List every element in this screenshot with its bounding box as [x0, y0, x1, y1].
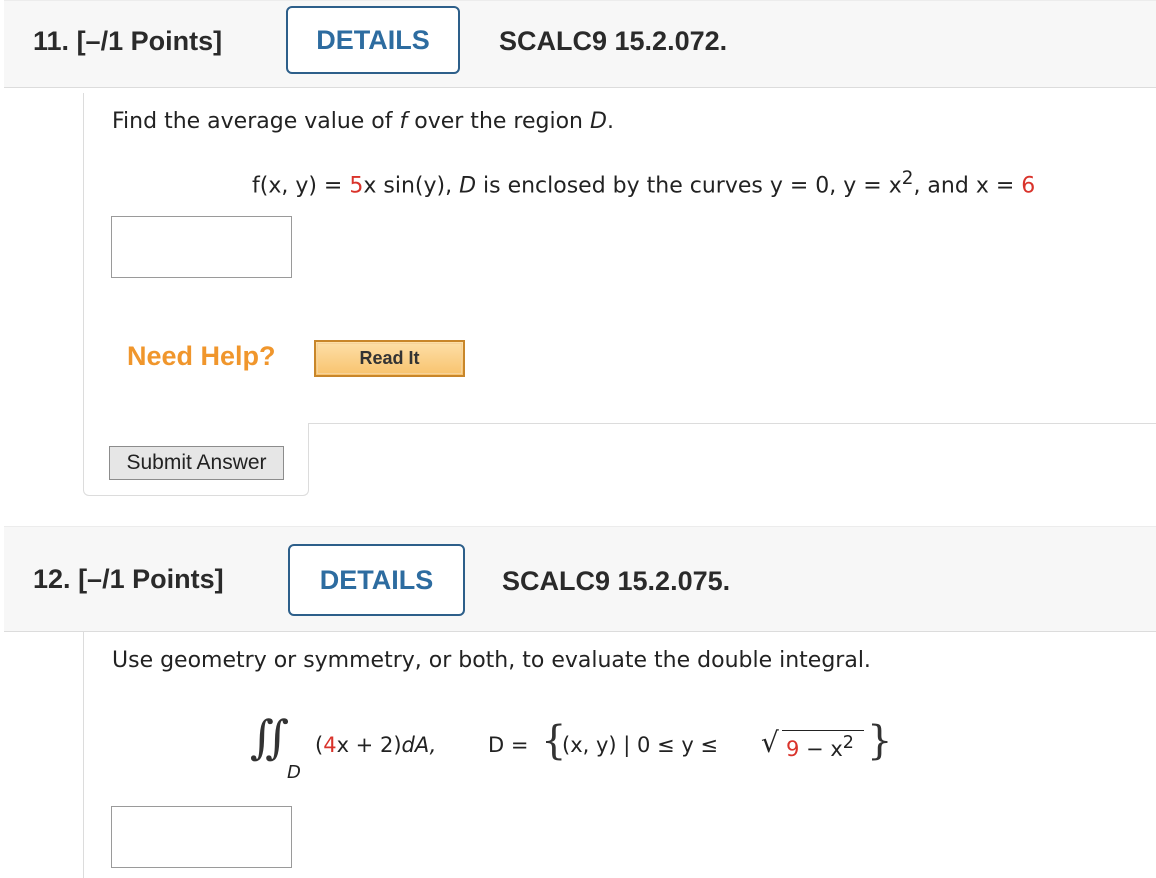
q12-integral-sub: D [287, 762, 301, 783]
q12-coef: 4 [323, 733, 337, 757]
q12-points: [–/1 Points] [78, 564, 224, 594]
q11-prompt-text2: over the region [407, 109, 590, 134]
q11-prompt-text: Find the average value of [112, 109, 400, 134]
q11-D: D [459, 173, 477, 199]
double-integral-icon: ∬ [250, 710, 290, 764]
q12-radicand-num: 9 [786, 737, 800, 761]
q11-read-it-button[interactable]: Read It [314, 340, 465, 377]
q11-prompt-period: . [606, 109, 614, 134]
q12-code: SCALC9 15.2.075. [502, 566, 731, 596]
q12-prompt: Use geometry or symmetry, or both, to ev… [112, 648, 871, 673]
q11-details-button[interactable]: DETAILS [286, 6, 460, 74]
q12-number: 12. [33, 564, 71, 594]
q11-answer-input[interactable] [111, 216, 292, 278]
q12-radicand: 9 − x2 [786, 733, 854, 761]
q11-need-help: Need Help? [127, 341, 276, 371]
q11-number: 11. [33, 26, 70, 56]
q12-D-eq: D = [488, 733, 529, 757]
q11-code: SCALC9 15.2.072. [499, 26, 728, 56]
q11-enclosed: is enclosed by the curves [476, 173, 770, 199]
q11-prompt: Find the average value of f over the reg… [112, 109, 614, 134]
q11-x-eq: x = [975, 173, 1022, 199]
q12-dA: dA, [401, 733, 437, 757]
q11-header: 11. [–/1 Points] DETAILS SCALC9 15.2.072… [4, 0, 1156, 88]
q11-curve2: y = x [843, 173, 902, 199]
q12-integrand-rest: x + 2) [336, 733, 402, 757]
q12-open-paren: ( [315, 733, 324, 757]
q11-f-rest: x sin(y), [363, 173, 460, 199]
q11-and: , and [913, 173, 976, 199]
q11-formula: f(x, y) = 5x sin(y), D is enclosed by th… [252, 168, 1035, 198]
q11-prompt-D: D [589, 109, 607, 134]
q11-curve1: y = 0, [769, 173, 844, 199]
q11-submit-divider [309, 423, 1156, 424]
q12-answer-input[interactable] [111, 806, 292, 868]
sqrt-bar [782, 730, 864, 731]
q12-radicand-rest: − x [799, 737, 843, 761]
q12-radicand-exp: 2 [842, 733, 854, 753]
q11-submit-button[interactable]: Submit Answer [109, 446, 284, 480]
q12-details-button[interactable]: DETAILS [288, 544, 465, 616]
q12-number-points: 12. [–/1 Points] [33, 564, 224, 595]
q11-coef: 5 [349, 173, 364, 199]
q11-number-points: 11. [–/1 Points] [33, 26, 222, 57]
q12-brace-close: } [867, 718, 893, 764]
q12-integrand: (4x + 2)dA, [315, 733, 436, 757]
sqrt-icon: √ [761, 726, 779, 759]
q11-body-border [83, 93, 84, 423]
q11-x-val: 6 [1021, 173, 1036, 199]
q12-body-border [83, 632, 84, 878]
q11-f-lhs: f(x, y) = [252, 173, 350, 199]
q11-exponent: 2 [901, 168, 914, 189]
q12-set-text: (x, y) | 0 ≤ y ≤ [562, 733, 719, 757]
q12-header: 12. [–/1 Points] DETAILS SCALC9 15.2.075… [4, 526, 1156, 632]
q11-points: [–/1 Points] [76, 26, 223, 56]
